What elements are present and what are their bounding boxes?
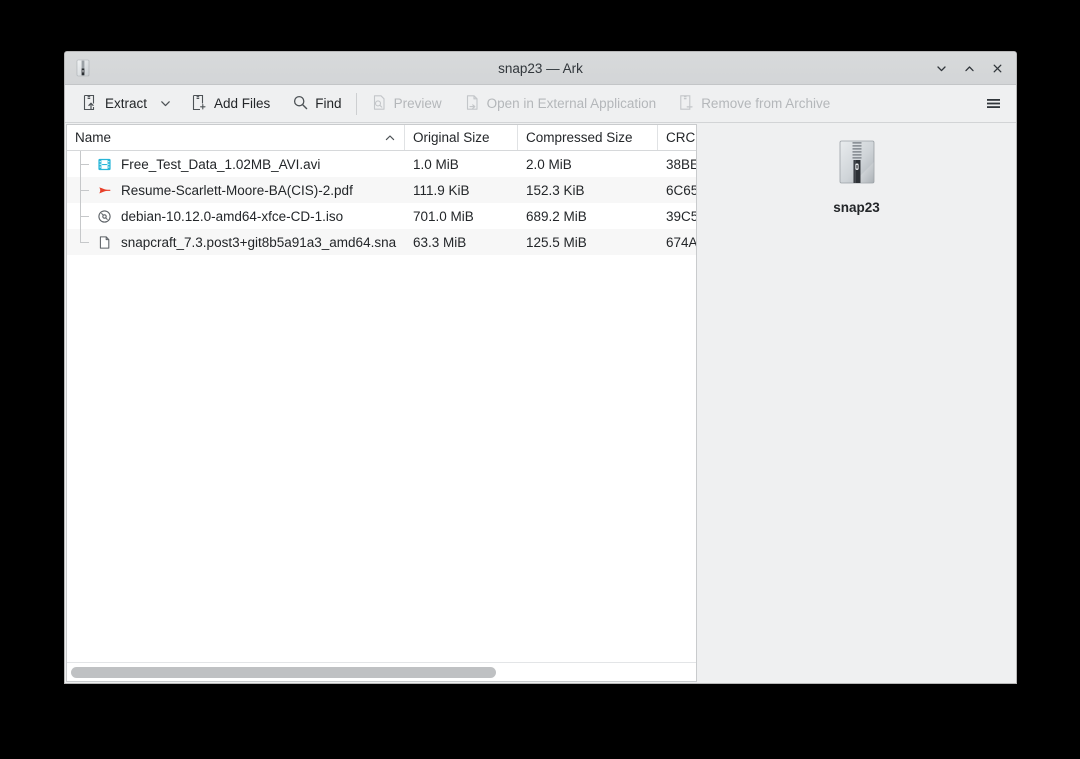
archive-icon xyxy=(73,58,93,78)
column-header-crc[interactable]: CRC ch xyxy=(658,125,696,150)
column-header-compressed-size-label: Compressed Size xyxy=(526,130,633,145)
row-name-cell: debian-10.12.0-amd64-xfce-CD-1.iso xyxy=(67,203,405,229)
pdf-file-icon xyxy=(95,177,113,203)
chevron-down-icon xyxy=(160,101,170,107)
row-crc: 38BE69 xyxy=(666,156,696,172)
horizontal-scrollbar[interactable] xyxy=(67,662,696,681)
add-files-label: Add Files xyxy=(214,96,271,111)
video-file-icon xyxy=(95,151,113,177)
add-files-icon xyxy=(191,94,208,114)
row-compressed-size: 152.3 KiB xyxy=(526,182,585,198)
row-crc: 6C6558 xyxy=(666,182,696,198)
column-header-name[interactable]: Name xyxy=(67,125,405,150)
row-original-size: 1.0 MiB xyxy=(413,156,459,172)
remove-archive-icon xyxy=(678,94,695,114)
column-header-original-size-label: Original Size xyxy=(413,130,490,145)
row-original-size: 63.3 MiB xyxy=(413,234,467,250)
file-name: debian-10.12.0-amd64-xfce-CD-1.iso xyxy=(121,208,344,224)
row-crc: 674A53. xyxy=(666,234,696,250)
tree-branch xyxy=(67,177,95,203)
row-name-cell: Resume-Scarlett-Moore-BA(CIS)-2.pdf xyxy=(67,177,405,203)
preview-icon xyxy=(371,94,388,114)
row-original-size: 701.0 MiB xyxy=(413,208,474,224)
column-header-crc-label: CRC ch xyxy=(666,130,696,145)
extract-button[interactable]: Extract xyxy=(75,90,154,118)
row-name-cell: Free_Test_Data_1.02MB_AVI.avi xyxy=(67,151,405,177)
preview-button[interactable]: Preview xyxy=(364,90,449,118)
window-title: snap23 — Ark xyxy=(498,60,583,76)
search-icon xyxy=(292,94,309,114)
column-header-original-size[interactable]: Original Size xyxy=(405,125,518,150)
maximize-button[interactable] xyxy=(956,56,982,80)
remove-label: Remove from Archive xyxy=(701,96,831,111)
table-row[interactable]: debian-10.12.0-amd64-xfce-CD-1.iso 701.0… xyxy=(67,203,696,229)
tree-branch xyxy=(67,151,95,177)
archive-info-pane: snap23 xyxy=(697,124,1016,682)
window-controls xyxy=(928,56,1010,80)
extract-label: Extract xyxy=(105,96,148,111)
extract-icon xyxy=(82,94,99,114)
toolbar: Extract Add Files Find Preview Open in E… xyxy=(65,85,1016,123)
archive-name-label: snap23 xyxy=(833,200,880,215)
find-label: Find xyxy=(315,96,342,111)
row-name-cell: snapcraft_7.3.post3+git8b5a91a3_amd64.sn… xyxy=(67,229,405,255)
minimize-button[interactable] xyxy=(928,56,954,80)
open-external-label: Open in External Application xyxy=(486,96,657,111)
row-original-size: 111.9 KiB xyxy=(413,182,470,198)
file-list-pane: Name Original Size Compressed Size CRC c… xyxy=(66,124,697,682)
hamburger-menu-button[interactable] xyxy=(978,90,1008,118)
toolbar-separator xyxy=(355,92,357,115)
generic-file-icon xyxy=(95,229,113,255)
main-content: Name Original Size Compressed Size CRC c… xyxy=(65,123,1016,683)
column-header-name-label: Name xyxy=(75,130,112,145)
open-external-icon xyxy=(464,94,481,114)
file-name: Resume-Scarlett-Moore-BA(CIS)-2.pdf xyxy=(121,182,353,198)
table-row[interactable]: Free_Test_Data_1.02MB_AVI.avi 1.0 MiB 2.… xyxy=(67,151,696,177)
titlebar[interactable]: snap23 — Ark xyxy=(65,52,1016,85)
table-row[interactable]: snapcraft_7.3.post3+git8b5a91a3_amd64.sn… xyxy=(67,229,696,255)
tree-branch xyxy=(67,203,95,229)
hamburger-menu-icon xyxy=(986,99,1000,108)
scrollbar-thumb[interactable] xyxy=(71,666,497,678)
row-compressed-size: 2.0 MiB xyxy=(526,156,572,172)
column-header-compressed-size[interactable]: Compressed Size xyxy=(518,125,658,150)
close-button[interactable] xyxy=(984,56,1010,80)
file-list-rows[interactable]: Free_Test_Data_1.02MB_AVI.avi 1.0 MiB 2.… xyxy=(67,151,696,662)
extract-dropdown-button[interactable] xyxy=(154,90,176,118)
row-compressed-size: 689.2 MiB xyxy=(526,208,587,224)
file-name: Free_Test_Data_1.02MB_AVI.avi xyxy=(121,156,321,172)
open-external-button[interactable]: Open in External Application xyxy=(457,90,664,118)
row-compressed-size: 125.5 MiB xyxy=(526,234,587,250)
add-files-button[interactable]: Add Files xyxy=(184,90,277,118)
tree-branch xyxy=(67,229,95,255)
sort-ascending-icon xyxy=(378,132,396,144)
row-crc: 39C565 xyxy=(666,208,696,224)
file-name: snapcraft_7.3.post3+git8b5a91a3_amd64.sn… xyxy=(121,234,397,250)
zip-archive-icon xyxy=(833,138,881,186)
preview-label: Preview xyxy=(393,96,442,111)
scrollbar-track[interactable] xyxy=(71,666,692,678)
file-list-header: Name Original Size Compressed Size CRC c… xyxy=(67,125,696,151)
find-button[interactable]: Find xyxy=(285,90,348,118)
ark-window: snap23 — Ark Extract Add Files Find Prev… xyxy=(64,51,1017,684)
table-row[interactable]: Resume-Scarlett-Moore-BA(CIS)-2.pdf 111.… xyxy=(67,177,696,203)
remove-from-archive-button[interactable]: Remove from Archive xyxy=(671,90,837,118)
disc-image-icon xyxy=(95,203,113,229)
